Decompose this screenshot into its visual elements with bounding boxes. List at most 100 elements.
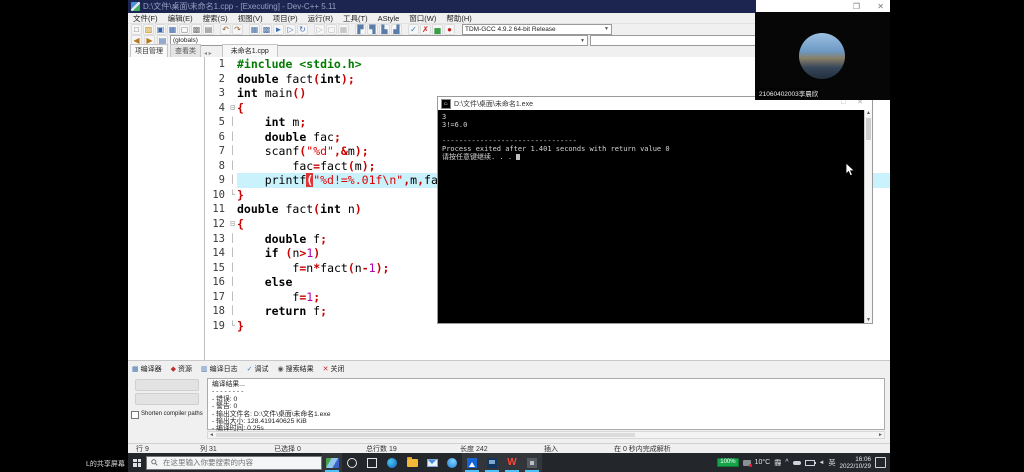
- screen-recording-icon[interactable]: [743, 460, 751, 466]
- taskbar-icon-app-navy[interactable]: [482, 453, 502, 472]
- taskbar-icon-cortana[interactable]: [342, 453, 362, 472]
- window-layout-1-button[interactable]: ▛: [355, 24, 366, 35]
- delete-profiling-button[interactable]: ●: [444, 24, 455, 35]
- clock-date: 2022/10/29: [839, 463, 871, 470]
- shorten-paths-checkbox[interactable]: Shorten compiler paths: [128, 407, 205, 419]
- scroll-up-icon[interactable]: ▲: [865, 110, 872, 116]
- taskbar-icon-edge-browser[interactable]: [382, 453, 402, 472]
- console-output[interactable]: 33!=6.0 --------------------------------…: [438, 110, 864, 323]
- profile-analysis-button[interactable]: ▢: [326, 24, 337, 35]
- start-button[interactable]: [128, 453, 146, 472]
- ime-indicator[interactable]: 英: [828, 458, 835, 468]
- menu-工具(T)[interactable]: 工具(T): [338, 13, 373, 24]
- checkbox-label: Shorten compiler paths: [141, 411, 203, 418]
- weather-text[interactable]: 霾: [774, 458, 781, 468]
- report-tab-资源[interactable]: ◆资源: [171, 364, 192, 374]
- editor-tab-unnamed1[interactable]: 未命名1.cpp: [222, 44, 278, 57]
- taskbar-icon-task-view[interactable]: [362, 453, 382, 472]
- restore-window-button[interactable]: ❐: [853, 1, 860, 12]
- scroll-left-icon[interactable]: ◄: [209, 432, 214, 438]
- compile-log-output[interactable]: 编译结果...- - - - - - - -- 错误: 0- 警告: 0- 输出…: [207, 378, 885, 430]
- window-layout-3-button[interactable]: ▙: [379, 24, 390, 35]
- compile-button[interactable]: ▦: [249, 24, 260, 35]
- syntax-check-button[interactable]: ✓: [408, 24, 419, 35]
- rebuild-button[interactable]: ↻: [297, 24, 308, 35]
- taskbar-icon-app-gray[interactable]: [522, 453, 542, 472]
- report-tab-调试[interactable]: ✓调试: [247, 364, 269, 374]
- taskbar-search[interactable]: [146, 456, 322, 470]
- volume-icon[interactable]: ◄: [819, 460, 825, 466]
- close-all-button[interactable]: ▩: [191, 24, 202, 35]
- report-tab-编译日志[interactable]: ▥编译日志: [201, 364, 238, 374]
- compiler-select[interactable]: TDM-GCC 4.9.2 64-bit Release▼: [462, 24, 612, 35]
- profiler-button[interactable]: ▅: [432, 24, 443, 35]
- print-button[interactable]: ▤: [203, 24, 214, 35]
- console-scrollbar[interactable]: ▲ ▼: [864, 110, 872, 323]
- menu-项目(P)[interactable]: 项目(P): [268, 13, 303, 24]
- participant-video-tile[interactable]: 21060402003李晨欣: [755, 12, 890, 100]
- new-file-button[interactable]: □: [131, 24, 142, 35]
- menu-视图(V)[interactable]: 视图(V): [233, 13, 268, 24]
- temperature-text[interactable]: 10°C: [755, 459, 771, 466]
- menu-帮助(H)[interactable]: 帮助(H): [441, 13, 476, 24]
- participant-name: 21060402003李晨欣: [757, 88, 820, 98]
- menu-文件(F)[interactable]: 文件(F): [128, 13, 163, 24]
- log-horizontal-scrollbar[interactable]: ◄ ►: [207, 431, 885, 439]
- taskbar-icon-mail[interactable]: [422, 453, 442, 472]
- redo-button[interactable]: ↷: [232, 24, 243, 35]
- menu-搜索(S)[interactable]: 搜索(S): [198, 13, 233, 24]
- scroll-right-icon[interactable]: ►: [878, 432, 883, 438]
- console-window[interactable]: C: D:\文件\桌面\未命名1.exe □ ✕ 33!=6.0 -------…: [437, 96, 873, 324]
- save-all-button[interactable]: ▦: [167, 24, 178, 35]
- tab-icon: ◉: [278, 365, 284, 373]
- scrollbar-thumb[interactable]: [866, 118, 871, 140]
- hidden-icons-caret[interactable]: ^: [785, 459, 788, 466]
- fold-line: │: [228, 232, 237, 247]
- tab-project-manager[interactable]: 项目管理: [130, 44, 168, 57]
- compile-all-button[interactable]: ▩: [261, 24, 272, 35]
- fold-line: └: [228, 188, 237, 203]
- abort-compilation-button[interactable]: ✗: [420, 24, 431, 35]
- undo-button[interactable]: ↶: [220, 24, 231, 35]
- fold-toggle-icon[interactable]: ⊟: [228, 101, 237, 116]
- clock[interactable]: 16:06 2022/10/29: [839, 456, 871, 470]
- menu-窗口(W)[interactable]: 窗口(W): [404, 13, 441, 24]
- menu-编辑(E)[interactable]: 编辑(E): [163, 13, 198, 24]
- hscroll-thumb[interactable]: [216, 433, 635, 437]
- close-window-button[interactable]: ✕: [877, 1, 884, 12]
- open-file-button[interactable]: ▨: [143, 24, 154, 35]
- close-file-button[interactable]: ▢: [179, 24, 190, 35]
- save-button[interactable]: ▣: [155, 24, 166, 35]
- debug-button[interactable]: ▷: [314, 24, 325, 35]
- fold-line: [228, 72, 237, 87]
- search-input[interactable]: [161, 457, 305, 468]
- side-button-1[interactable]: [135, 379, 199, 391]
- tab-class-view[interactable]: 查看类: [170, 44, 201, 57]
- menu-运行(R)[interactable]: 运行(R): [303, 13, 338, 24]
- fold-toggle-icon[interactable]: ⊟: [228, 217, 237, 232]
- window-layout-4-button[interactable]: ▟: [391, 24, 402, 35]
- project-manager-panel[interactable]: [128, 57, 205, 360]
- taskbar-icon-meeting-share-thumbnail[interactable]: [322, 453, 342, 472]
- action-center-icon[interactable]: [875, 457, 886, 468]
- cloud-icon[interactable]: [793, 461, 801, 465]
- window-layout-2-button[interactable]: ▜: [367, 24, 378, 35]
- tab-label: 搜索结果: [286, 364, 314, 374]
- taskbar-icon-browser-2[interactable]: [442, 453, 462, 472]
- tab-scroll-arrows[interactable]: ◂ ▸: [204, 50, 212, 57]
- checkbox-icon[interactable]: [131, 411, 139, 419]
- taskbar-icon-wps-office[interactable]: W: [502, 453, 522, 472]
- menu-AStyle[interactable]: AStyle: [373, 14, 405, 23]
- stop-execution-button[interactable]: ▦: [338, 24, 349, 35]
- battery-icon[interactable]: [805, 460, 815, 466]
- scroll-down-icon[interactable]: ▼: [865, 317, 872, 323]
- report-tab-关闭[interactable]: ✕关闭: [323, 364, 345, 374]
- taskbar-icon-file-explorer[interactable]: [402, 453, 422, 472]
- tab-label: 关闭: [331, 364, 345, 374]
- side-button-2[interactable]: [135, 393, 199, 405]
- compile-and-run-button[interactable]: ▷: [285, 24, 296, 35]
- report-tab-搜索结果[interactable]: ◉搜索结果: [278, 364, 314, 374]
- report-tab-编译器[interactable]: ▦编译器: [132, 364, 162, 374]
- run-button[interactable]: ►: [273, 24, 284, 35]
- taskbar-icon-photos-app[interactable]: [462, 453, 482, 472]
